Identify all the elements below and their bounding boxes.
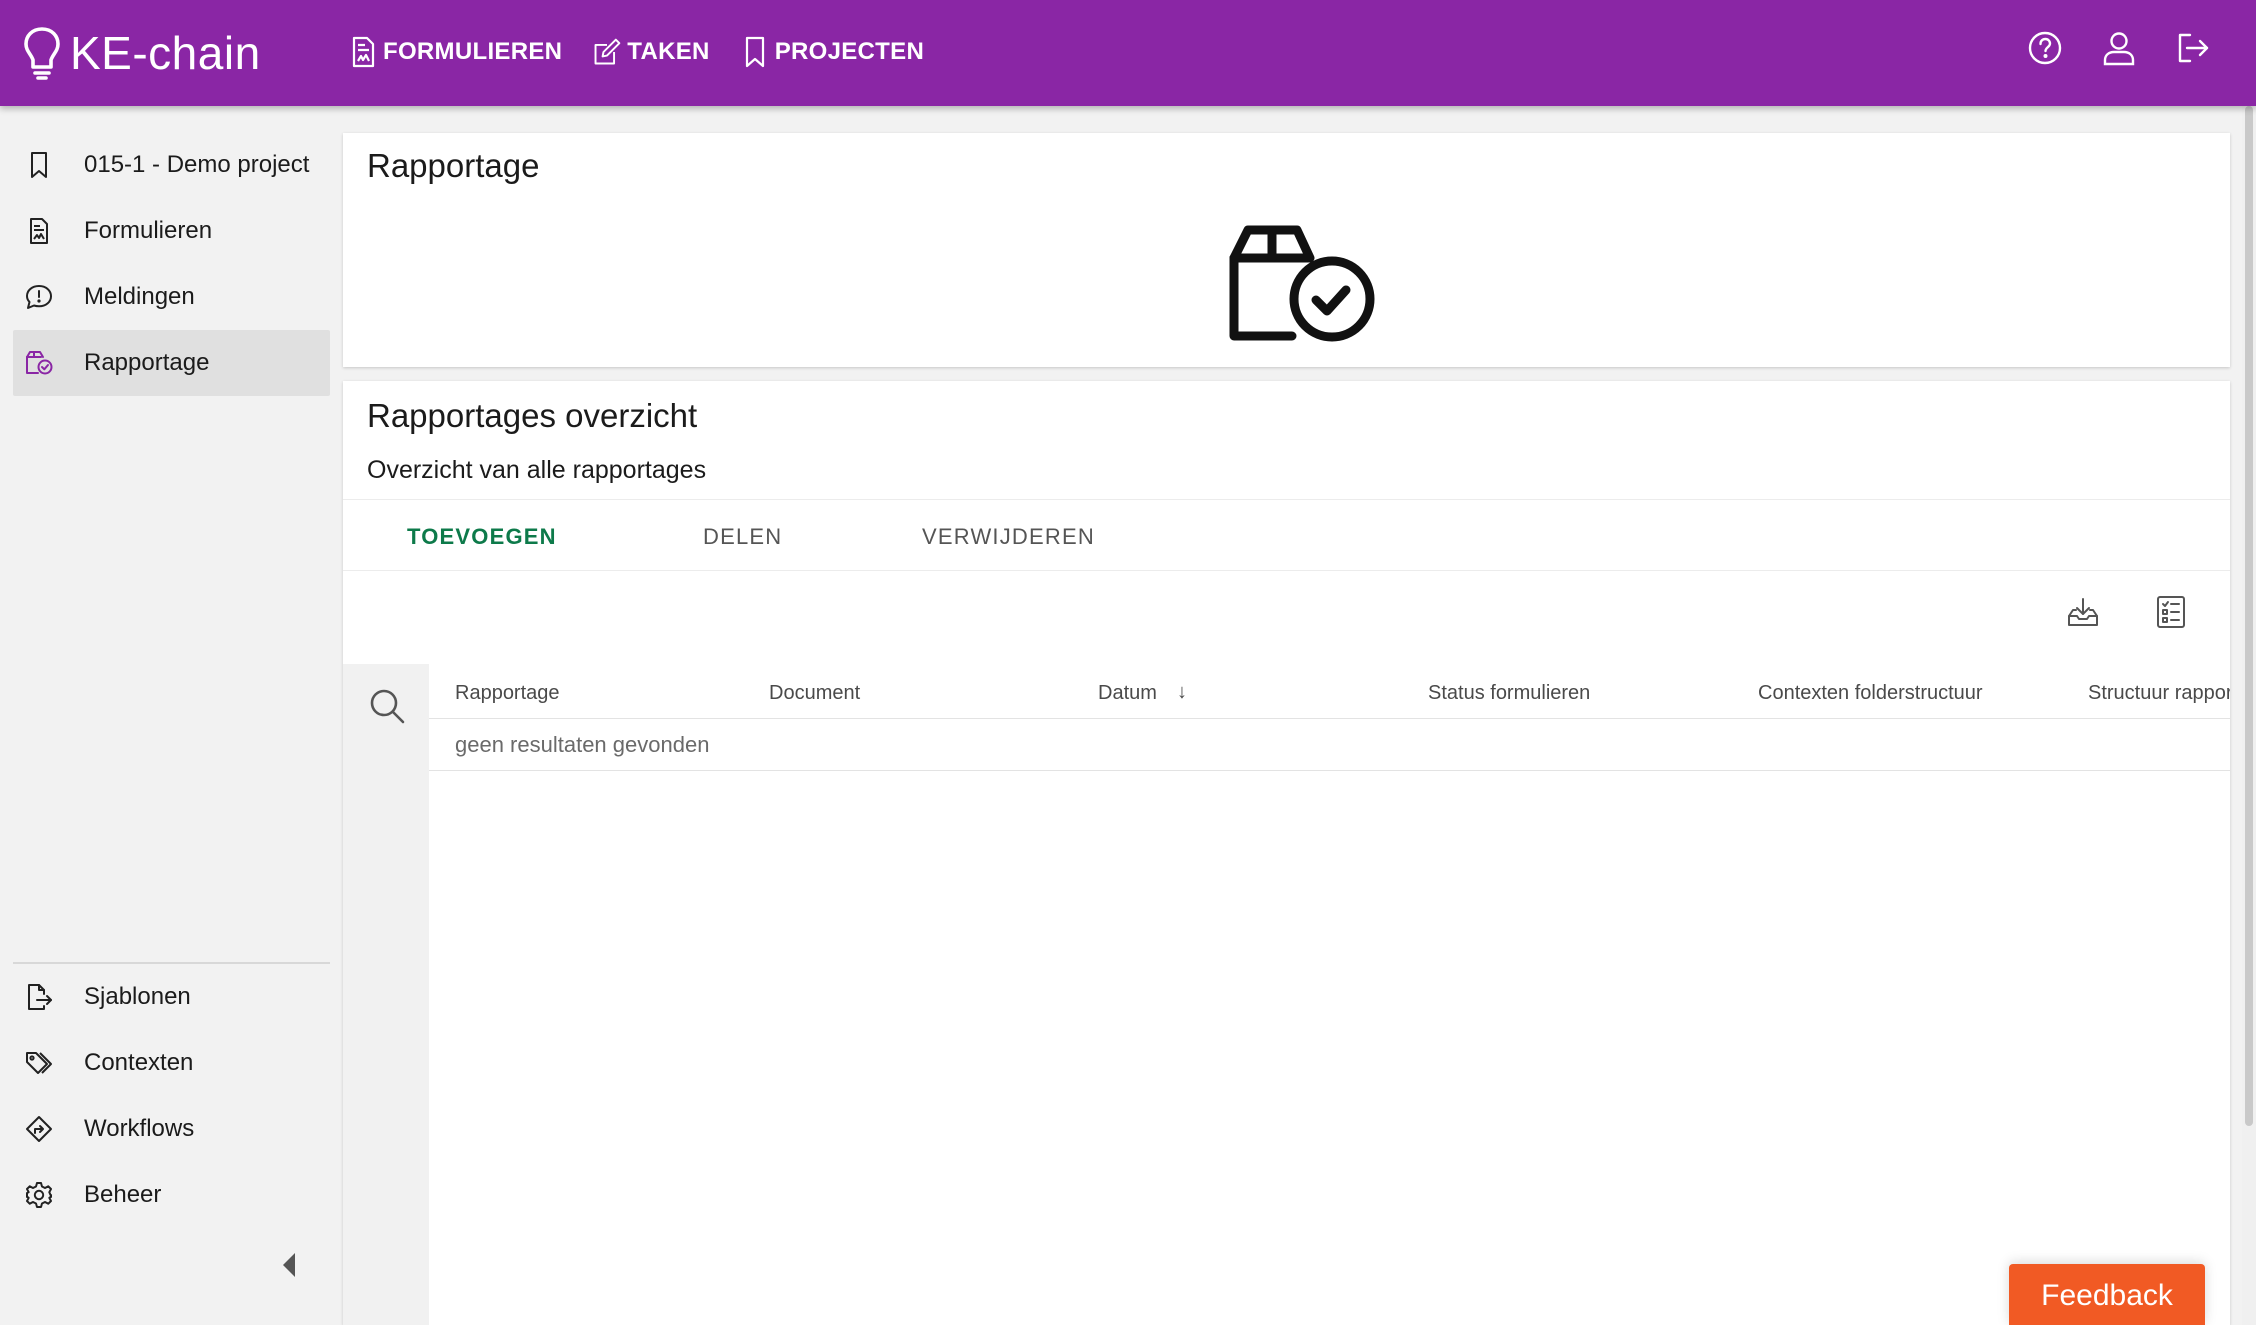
section-title: Rapportages overzicht	[367, 397, 698, 434]
rapportage-header-card: Rapportage	[343, 133, 2230, 367]
rapportages-overview-card: Rapportages overzicht Overzicht van alle…	[343, 381, 2230, 1325]
template-export-icon	[28, 984, 52, 1010]
sidebar-item-label: Rapportage	[84, 349, 210, 376]
sidebar-item-meldingen[interactable]: Meldingen	[13, 264, 330, 330]
column-header-document[interactable]: Document	[769, 664, 860, 719]
bookmark-icon	[745, 36, 764, 68]
column-header-structuur-rapportage[interactable]: Structuur rapportage	[2088, 664, 2230, 719]
action-tabs: TOEVOEGEN DELEN VERWIJDEREN	[343, 499, 2230, 571]
download-tray-icon[interactable]	[2065, 594, 2101, 630]
sidebar-item-label: Beheer	[84, 1181, 162, 1208]
gear-icon	[26, 1182, 52, 1208]
table-row: geen resultaten gevonden	[429, 719, 2230, 771]
report-box-check-icon	[1229, 225, 1375, 342]
alert-bubble-icon	[26, 285, 52, 309]
nav-projecten-label: PROJECTEN	[774, 38, 925, 65]
sidebar-item-project[interactable]: 015-1 - Demo project	[13, 132, 330, 198]
top-app-bar: KE-chain FORMULIEREN TAKEN PROJECTEN	[0, 0, 2256, 106]
sort-descending-icon[interactable]: ↓	[1177, 664, 1187, 719]
empty-state-message: geen resultaten gevonden	[455, 732, 710, 757]
sidebar-item-label: Workflows	[84, 1115, 195, 1142]
search-icon[interactable]	[367, 686, 407, 726]
sidebar-item-label: Sjablonen	[84, 983, 191, 1010]
sidebar-item-sjablonen[interactable]: Sjablonen	[13, 964, 330, 1030]
sidebar-item-label: Meldingen	[84, 283, 195, 310]
scrollbar-thumb[interactable]	[2245, 106, 2253, 1126]
table-header: Rapportage Document Datum ↓ Status formu…	[429, 664, 2230, 719]
report-box-check-icon	[26, 351, 53, 375]
bookmark-icon	[31, 152, 47, 178]
sidebar-item-label: 015-1 - Demo project	[84, 151, 310, 178]
sidebar-item-workflows[interactable]: Workflows	[13, 1096, 330, 1162]
help-icon[interactable]	[2026, 29, 2064, 67]
delen-button[interactable]: DELEN	[703, 500, 782, 572]
toevoegen-button[interactable]: TOEVOEGEN	[407, 500, 557, 572]
brand-logo[interactable]: KE-chain	[22, 22, 261, 84]
form-document-icon	[30, 218, 48, 244]
logout-icon[interactable]	[2174, 29, 2212, 67]
sidebar-item-rapportage[interactable]: Rapportage	[13, 330, 330, 396]
nav-taken[interactable]: TAKEN	[592, 30, 709, 74]
sidebar-item-label: Contexten	[84, 1049, 194, 1076]
table-header-row: Rapportage Document Datum ↓ Status formu…	[429, 664, 2230, 719]
top-actions	[2026, 29, 2212, 67]
edit-task-icon	[594, 38, 621, 65]
column-header-status-formulieren[interactable]: Status formulieren	[1428, 664, 1590, 719]
nav-formulieren[interactable]: FORMULIEREN	[348, 30, 562, 74]
form-document-icon	[352, 36, 375, 68]
column-header-rapportage[interactable]: Rapportage	[455, 664, 560, 719]
sidebar-item-formulieren[interactable]: Formulieren	[13, 198, 330, 264]
collapse-sidebar-icon[interactable]	[280, 1250, 300, 1280]
feedback-button[interactable]: Feedback	[2009, 1264, 2205, 1325]
column-header-datum[interactable]: Datum	[1098, 664, 1157, 719]
main-nav: FORMULIEREN TAKEN PROJECTEN	[348, 30, 954, 74]
workflow-diamond-icon	[26, 1116, 52, 1142]
tags-icon	[26, 1052, 52, 1074]
sidebar-item-contexten[interactable]: Contexten	[13, 1030, 330, 1096]
brand-name: KE-chain	[70, 27, 261, 79]
nav-projecten[interactable]: PROJECTEN	[740, 30, 924, 74]
sidebar: 015-1 - Demo project Formulieren Melding…	[0, 106, 340, 1325]
sidebar-item-label: Formulieren	[84, 217, 213, 244]
page-title: Rapportage	[367, 147, 540, 184]
lightbulb-icon	[24, 27, 60, 80]
section-subtitle: Overzicht van alle rapportages	[367, 456, 707, 484]
table-search-column	[343, 664, 429, 1325]
nav-taken-label: TAKEN	[627, 38, 710, 65]
sidebar-item-beheer[interactable]: Beheer	[13, 1162, 330, 1228]
nav-formulieren-label: FORMULIEREN	[383, 38, 563, 65]
page-scrollbar[interactable]	[2242, 106, 2256, 1325]
column-list-icon[interactable]	[2153, 594, 2189, 630]
user-icon[interactable]	[2100, 29, 2138, 67]
column-header-contexten-folderstructuur[interactable]: Contexten folderstructuur	[1758, 664, 1983, 719]
verwijderen-button[interactable]: VERWIJDEREN	[922, 500, 1095, 572]
